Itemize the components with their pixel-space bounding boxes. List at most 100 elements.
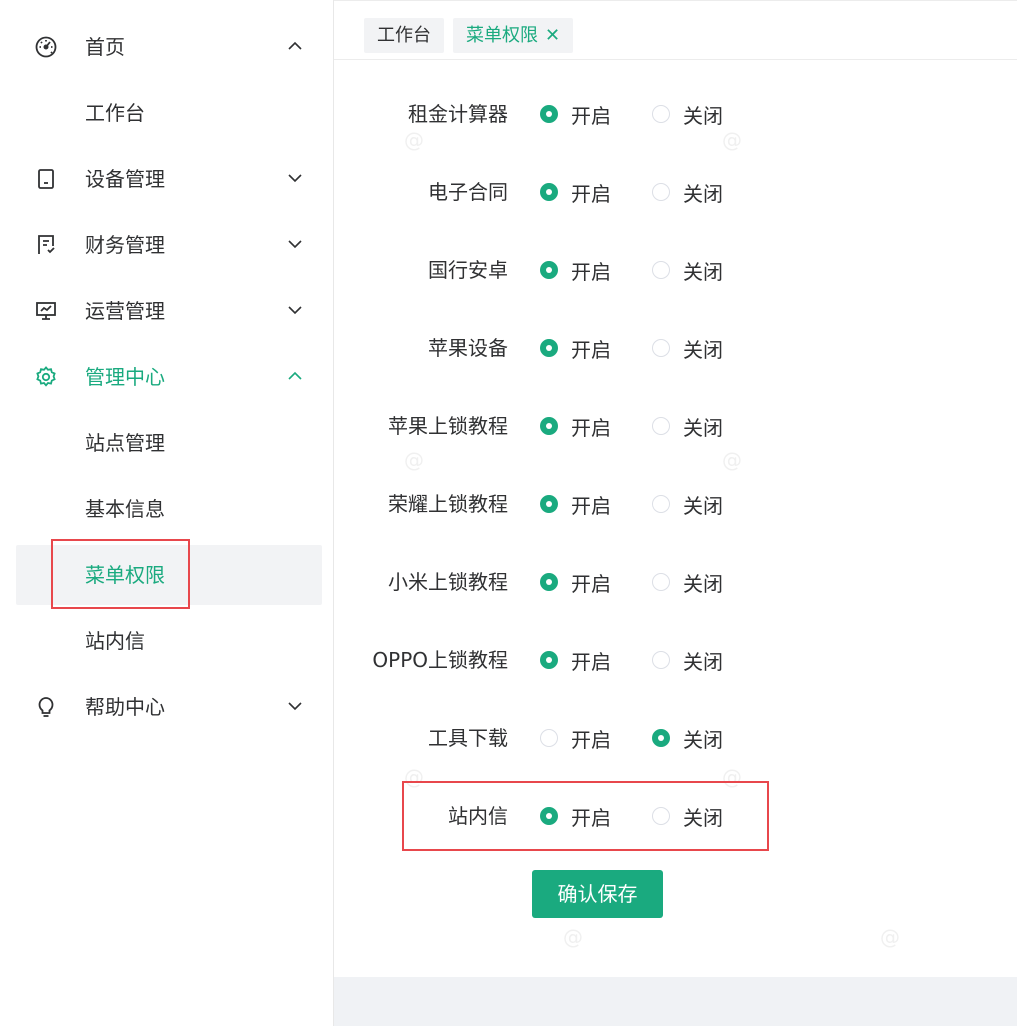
radio-off[interactable]: 关闭 [652,250,723,290]
sidebar-item-basic-info[interactable]: 基本信息 [16,479,322,539]
bulb-icon [34,695,58,719]
radio-on[interactable]: 开启 [540,640,611,680]
radio-dot [652,261,670,279]
radio-label: 关闭 [683,571,723,596]
row-label: 苹果设备 [428,336,508,360]
row-label: 租金计算器 [408,102,508,126]
permission-row-tool-download: 工具下载 开启 关闭 [336,718,1017,758]
sidebar-item-operations-management[interactable]: 运营管理 [16,281,322,341]
permission-row-e-contract: 电子合同 开启 关闭 [336,172,1017,212]
sidebar-item-workbench[interactable]: 工作台 [16,83,322,143]
sidebar-item-label: 站内信 [85,629,145,653]
row-label: 小米上锁教程 [388,570,508,594]
radio-off[interactable]: 关闭 [652,172,723,212]
permission-row-honor-lock-tutorial: 荣耀上锁教程 开启 关闭 [336,484,1017,524]
permission-row-rent-calculator: 租金计算器 开启 关闭 [336,94,1017,134]
radio-on[interactable]: 开启 [540,94,611,134]
close-icon[interactable]: ✕ [545,25,560,46]
watermark-icon: @ [563,925,583,949]
radio-dot [540,261,558,279]
chevron-down-icon [288,174,302,183]
radio-on[interactable]: 开启 [540,796,611,836]
radio-off[interactable]: 关闭 [652,406,723,446]
sidebar-item-device-management[interactable]: 设备管理 [16,149,322,209]
radio-on[interactable]: 开启 [540,406,611,446]
chevron-down-icon [288,240,302,249]
radio-dot [652,573,670,591]
sidebar-item-site-management[interactable]: 站点管理 [16,413,322,473]
sidebar-item-menu-permissions[interactable]: 菜单权限 [16,545,322,605]
radio-dot [540,105,558,123]
radio-label: 开启 [571,727,611,752]
radio-on[interactable]: 开启 [540,718,611,758]
sidebar-item-label: 基本信息 [85,497,165,521]
radio-label: 关闭 [683,103,723,128]
row-label: 站内信 [448,804,508,828]
radio-dot [652,495,670,513]
radio-label: 开启 [571,259,611,284]
row-label: 荣耀上锁教程 [388,492,508,516]
radio-label: 开启 [571,649,611,674]
radio-label: 开启 [571,493,611,518]
radio-on[interactable]: 开启 [540,172,611,212]
permission-row-oppo-lock-tutorial: OPPO上锁教程 开启 关闭 [336,640,1017,680]
radio-label: 开启 [571,571,611,596]
radio-dot [540,339,558,357]
chevron-up-icon [288,371,302,380]
sidebar-item-help-center[interactable]: 帮助中心 [16,677,322,737]
radio-off[interactable]: 关闭 [652,94,723,134]
finance-icon [34,233,58,257]
footer-area [334,977,1017,1026]
row-label: 工具下载 [428,726,508,750]
radio-on[interactable]: 开启 [540,328,611,368]
radio-dot [652,807,670,825]
radio-label: 开启 [571,337,611,362]
radio-dot [652,339,670,357]
sidebar-item-label: 站点管理 [85,431,165,455]
radio-dot [540,729,558,747]
chevron-up-icon [288,41,302,50]
sidebar-item-label: 运营管理 [85,299,165,323]
radio-label: 关闭 [683,337,723,362]
sidebar-item-label: 设备管理 [85,167,165,191]
radio-off[interactable]: 关闭 [652,328,723,368]
radio-label: 关闭 [683,181,723,206]
sidebar-item-internal-messages[interactable]: 站内信 [16,611,322,671]
row-label: 苹果上锁教程 [388,414,508,438]
radio-on[interactable]: 开启 [540,250,611,290]
sidebar-item-label: 帮助中心 [85,695,165,719]
permission-row-internal-messages: 站内信 开启 关闭 [336,796,1017,836]
radio-label: 关闭 [683,493,723,518]
radio-off[interactable]: 关闭 [652,718,723,758]
save-button[interactable]: 确认保存 [532,870,663,918]
radio-off[interactable]: 关闭 [652,796,723,836]
radio-on[interactable]: 开启 [540,484,611,524]
radio-off[interactable]: 关闭 [652,640,723,680]
radio-dot [540,573,558,591]
radio-on[interactable]: 开启 [540,562,611,602]
radio-label: 关闭 [683,727,723,752]
sidebar-item-label: 财务管理 [85,233,165,257]
tab-workbench[interactable]: 工作台 [364,18,444,53]
radio-off[interactable]: 关闭 [652,484,723,524]
radio-label: 开启 [571,805,611,830]
radio-label: 开启 [571,181,611,206]
permission-row-xiaomi-lock-tutorial: 小米上锁教程 开启 关闭 [336,562,1017,602]
permission-row-apple-lock-tutorial: 苹果上锁教程 开启 关闭 [336,406,1017,446]
radio-dot [652,651,670,669]
radio-dot [540,183,558,201]
radio-label: 关闭 [683,415,723,440]
dashboard-icon [34,35,58,59]
sidebar-item-finance-management[interactable]: 财务管理 [16,215,322,275]
permission-row-apple-device: 苹果设备 开启 关闭 [336,328,1017,368]
sidebar-item-management-center[interactable]: 管理中心 [16,347,322,407]
watermark-icon: @ [880,925,900,949]
sidebar-item-label: 工作台 [85,101,145,125]
tab-menu-permissions[interactable]: 菜单权限 ✕ [453,18,574,53]
radio-label: 开启 [571,103,611,128]
radio-off[interactable]: 关闭 [652,562,723,602]
monitor-icon [34,299,58,323]
sidebar: 首页 工作台 设备管理 财务管理 运营管理 管理中心 站点管理 基本信息 菜单权… [0,0,334,1026]
sidebar-item-home[interactable]: 首页 [16,17,322,77]
sidebar-item-label: 菜单权限 [85,563,165,587]
